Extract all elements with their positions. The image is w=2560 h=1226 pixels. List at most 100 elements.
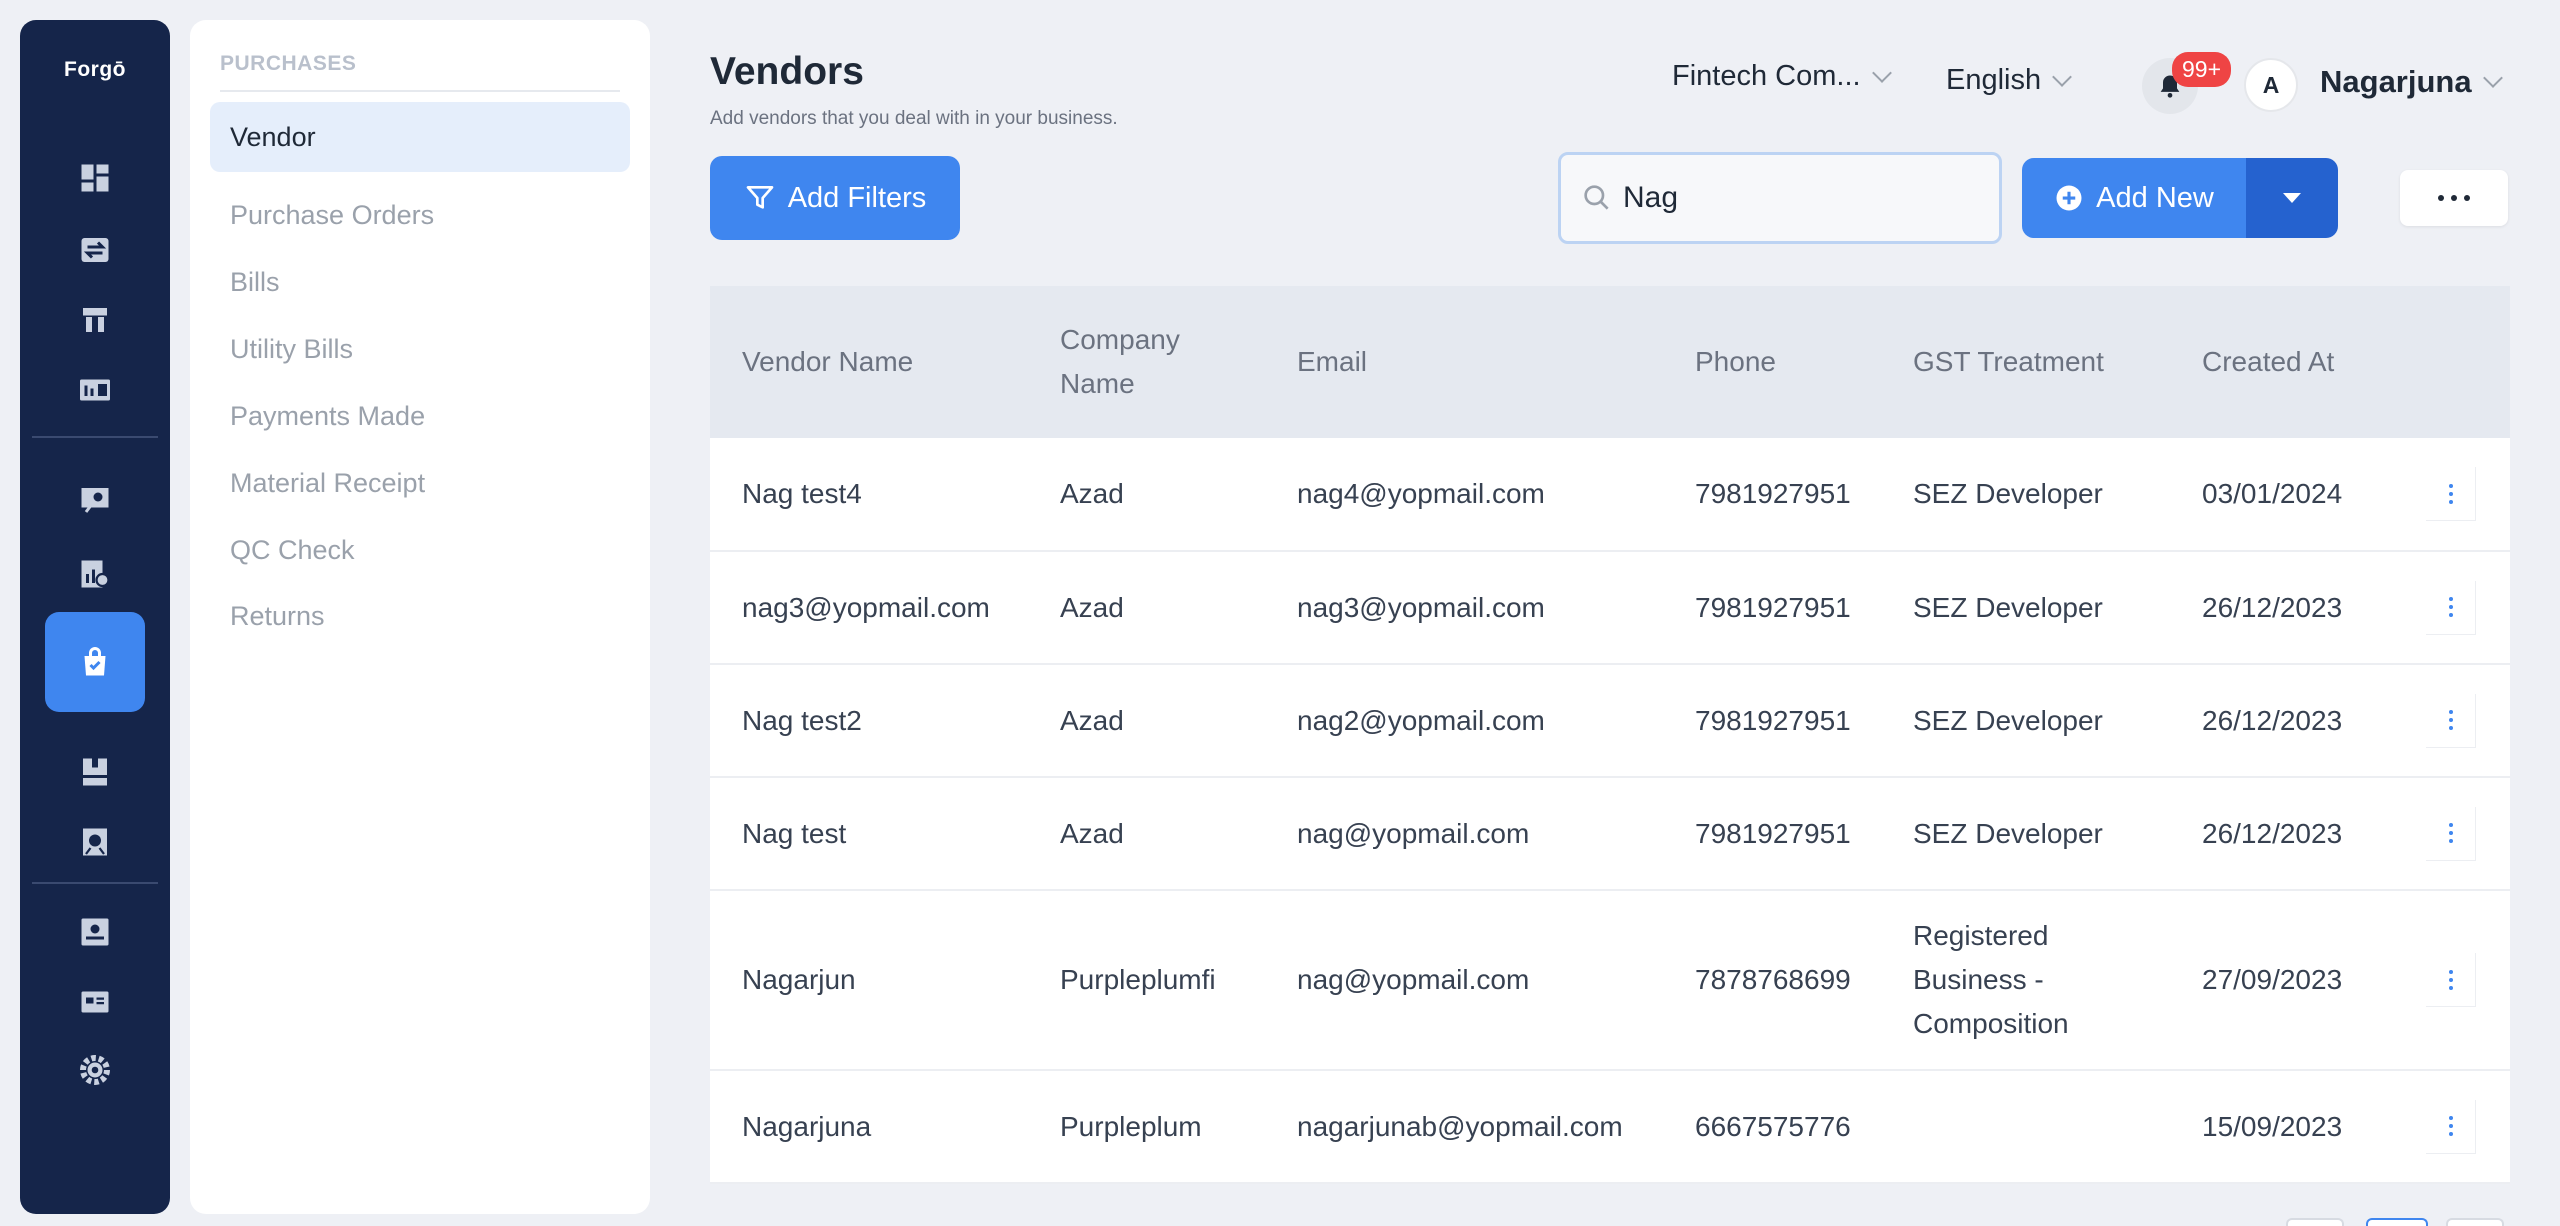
add-new-dropdown-button[interactable]: [2246, 158, 2338, 238]
language-selector[interactable]: English: [1946, 64, 2073, 97]
caret-down-icon: [2283, 193, 2301, 203]
table-row[interactable]: Nag test2 Azad nag2@yopmail.com 79819279…: [710, 665, 2510, 778]
dashboard-icon[interactable]: [65, 148, 125, 208]
email-cell: nag@yopmail.com: [1297, 817, 1530, 849]
table-row[interactable]: Nag test Azad nag@yopmail.com 7981927951…: [710, 778, 2510, 891]
purchases-subnav: PURCHASES Vendor Purchase Orders Bills U…: [190, 20, 650, 1214]
gst-treatment-cell: SEZ Developer: [1913, 817, 2103, 849]
column-header-email[interactable]: Email: [1297, 286, 1367, 438]
gst-treatment-cell: Registered Business - Composition: [1913, 920, 2069, 1039]
phone-cell: 7981927951: [1695, 478, 1851, 509]
created-at-cell: 15/09/2023: [2202, 1110, 2343, 1142]
more-options-button[interactable]: [2400, 170, 2508, 226]
purchases-icon[interactable]: [45, 612, 145, 712]
gst-treatment-cell: [1913, 1071, 2173, 1182]
company-name-cell: Azad: [1060, 478, 1124, 509]
pagination-page-button[interactable]: [2366, 1218, 2428, 1226]
transfer-icon[interactable]: [65, 220, 125, 280]
table-row[interactable]: Nagarjun Purpleplumfi nag@yopmail.com 78…: [710, 891, 2510, 1071]
row-actions-icon[interactable]: [2426, 806, 2476, 861]
created-at-cell: 26/12/2023: [2202, 817, 2343, 849]
reports-icon[interactable]: [65, 360, 125, 420]
more-icon: [2438, 195, 2444, 201]
email-cell: nag@yopmail.com: [1297, 964, 1530, 995]
filter-icon: [746, 186, 774, 209]
company-name-cell: Purpleplumfi: [1060, 964, 1216, 995]
subnav-item-bills[interactable]: Bills: [210, 247, 630, 317]
subnav-item-qc-check[interactable]: QC Check: [210, 515, 630, 585]
avatar[interactable]: A: [2244, 58, 2298, 112]
language-label: English: [1946, 64, 2042, 96]
subnav-item-material-receipt[interactable]: Material Receipt: [210, 448, 630, 518]
email-cell: nagarjunab@yopmail.com: [1297, 1110, 1623, 1142]
icon-rail: Forgō: [20, 20, 170, 1214]
company-name-cell: Azad: [1060, 817, 1124, 849]
subnav-item-returns[interactable]: Returns: [210, 581, 630, 651]
settings-icon[interactable]: [65, 1040, 125, 1100]
company-name: Fintech Com...: [1672, 60, 1861, 92]
gst-treatment-cell: SEZ Developer: [1913, 704, 2103, 736]
user-menu[interactable]: Nagarjuna: [2320, 64, 2503, 100]
search-box[interactable]: [1558, 152, 2002, 244]
pagination-next-button[interactable]: [2446, 1218, 2504, 1226]
table-row[interactable]: Nagarjuna Purpleplum nagarjunab@yopmail.…: [710, 1071, 2510, 1184]
email-cell: nag4@yopmail.com: [1297, 478, 1545, 509]
chevron-down-icon: [2482, 68, 2503, 88]
inventory-icon[interactable]: [65, 290, 125, 350]
phone-cell: 7981927951: [1695, 591, 1851, 623]
company-selector[interactable]: Fintech Com...: [1672, 60, 1892, 93]
add-new-label: Add New: [2096, 181, 2214, 214]
table-header: Vendor Name Company Name Email Phone GST…: [710, 286, 2510, 438]
add-filters-button[interactable]: Add Filters: [710, 156, 960, 240]
vendor-name-cell: Nag test4: [742, 478, 862, 509]
row-actions-icon[interactable]: [2426, 1099, 2476, 1154]
documents-icon[interactable]: [65, 972, 125, 1032]
table-row[interactable]: nag3@yopmail.com Azad nag3@yopmail.com 7…: [710, 552, 2510, 665]
email-cell: nag2@yopmail.com: [1297, 704, 1545, 736]
notification-count-badge: 99+: [2172, 52, 2232, 87]
add-filters-label: Add Filters: [787, 181, 927, 214]
created-at-cell: 27/09/2023: [2202, 964, 2343, 995]
page-title: Vendors: [710, 50, 864, 93]
column-header-company-name[interactable]: Company Name: [1060, 286, 1200, 438]
row-actions-icon[interactable]: [2426, 693, 2476, 748]
subnav-item-utility-bills[interactable]: Utility Bills: [210, 314, 630, 384]
subnav-item-payments-made[interactable]: Payments Made: [210, 381, 630, 451]
vendor-name-cell: Nag test: [742, 817, 847, 849]
pagination-prev-button[interactable]: [2286, 1218, 2344, 1226]
phone-cell: 7878768699: [1695, 964, 1851, 995]
column-header-gst-treatment[interactable]: GST Treatment: [1913, 286, 2104, 438]
created-at-cell: 03/01/2024: [2202, 478, 2343, 509]
page-subtitle: Add vendors that you deal with in your b…: [710, 108, 1118, 129]
table-row[interactable]: Nag test4 Azad nag4@yopmail.com 79819279…: [710, 438, 2510, 552]
column-header-created-at[interactable]: Created At: [2202, 286, 2334, 438]
chevron-down-icon: [2052, 66, 2073, 87]
row-actions-icon[interactable]: [2426, 580, 2476, 635]
contacts-icon[interactable]: [65, 902, 125, 962]
banking-icon[interactable]: [65, 812, 125, 872]
vendor-name-cell: Nagarjuna: [742, 1110, 872, 1142]
search-input[interactable]: [1623, 181, 1983, 215]
subnav-heading: PURCHASES: [220, 52, 620, 92]
column-header-phone[interactable]: Phone: [1695, 286, 1776, 438]
company-name-cell: Purpleplum: [1060, 1110, 1202, 1142]
row-actions-icon[interactable]: [2426, 467, 2476, 521]
accountant-icon[interactable]: [65, 470, 125, 530]
column-header-vendor-name[interactable]: Vendor Name: [742, 286, 913, 438]
email-cell: nag3@yopmail.com: [1297, 591, 1545, 623]
vendor-name-cell: Nag test2: [742, 704, 862, 736]
analytics-icon[interactable]: [65, 544, 125, 604]
user-name: Nagarjuna: [2320, 64, 2472, 99]
subnav-item-purchase-orders[interactable]: Purchase Orders: [210, 180, 630, 250]
app-logo: Forgō: [64, 58, 126, 81]
sales-icon[interactable]: [65, 742, 125, 802]
phone-cell: 7981927951: [1695, 817, 1851, 849]
row-actions-icon[interactable]: [2426, 953, 2476, 1007]
gst-treatment-cell: SEZ Developer: [1913, 591, 2103, 623]
search-icon: [1584, 185, 1609, 210]
vendor-name-cell: nag3@yopmail.com: [742, 591, 990, 623]
add-new-button[interactable]: Add New: [2022, 158, 2246, 238]
subnav-item-vendor[interactable]: Vendor: [210, 102, 630, 172]
vendors-table: Vendor Name Company Name Email Phone GST…: [710, 286, 2510, 1184]
plus-circle-icon: [2056, 185, 2082, 211]
